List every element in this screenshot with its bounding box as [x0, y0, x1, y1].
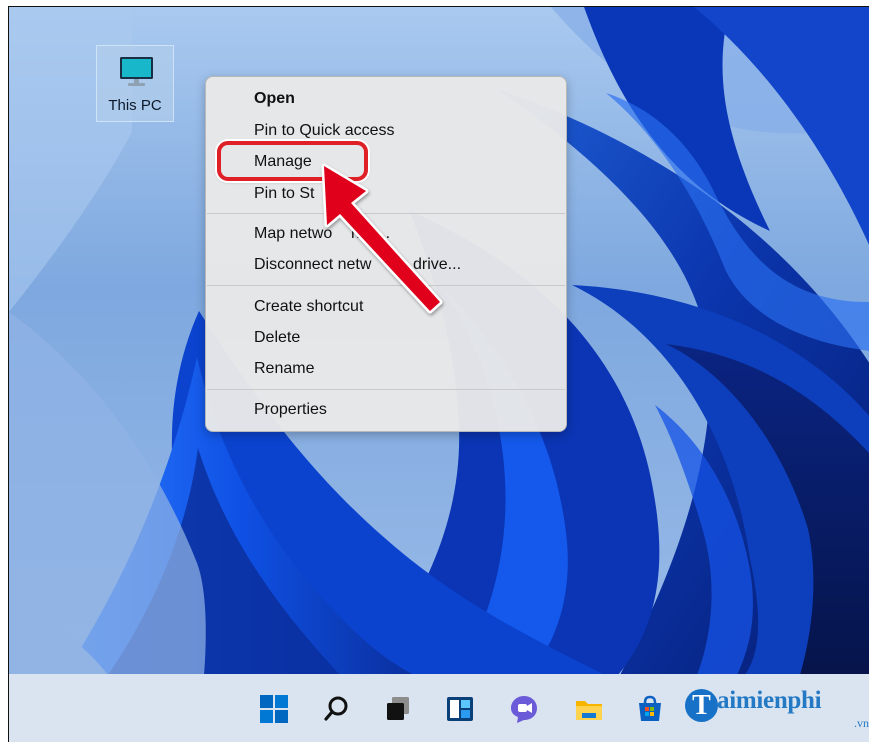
- watermark-t-badge: T: [685, 689, 718, 722]
- search-icon[interactable]: [322, 694, 352, 724]
- chat-icon[interactable]: [509, 694, 539, 724]
- watermark-text: aimienphi: [717, 687, 822, 714]
- menu-item-rename[interactable]: Rename: [254, 357, 314, 381]
- windows-start-icon[interactable]: [259, 694, 289, 724]
- monitor-icon: [120, 57, 153, 86]
- taimienphi-watermark: T aimienphi .vn: [685, 681, 869, 742]
- watermark-suffix: .vn: [854, 716, 869, 730]
- task-view-icon[interactable]: [383, 694, 413, 724]
- this-pc-desktop-icon[interactable]: This PC: [96, 45, 174, 122]
- menu-item-open[interactable]: Open: [254, 87, 295, 111]
- widgets-icon[interactable]: [445, 694, 475, 724]
- windows-desktop-screenshot: This PC Open Pin to Quick access Manage …: [0, 0, 869, 742]
- microsoft-store-icon[interactable]: [635, 694, 665, 724]
- menu-item-delete[interactable]: Delete: [254, 326, 300, 350]
- menu-item-pin-to-start[interactable]: Pin to St: [254, 182, 314, 206]
- file-explorer-icon[interactable]: [574, 694, 604, 724]
- menu-separator: [207, 389, 565, 390]
- menu-item-properties[interactable]: Properties: [254, 398, 327, 422]
- this-pc-label: This PC: [108, 97, 162, 114]
- menu-item-pin-to-quick-access[interactable]: Pin to Quick access: [254, 119, 395, 143]
- red-arrow-annotation: [321, 163, 443, 314]
